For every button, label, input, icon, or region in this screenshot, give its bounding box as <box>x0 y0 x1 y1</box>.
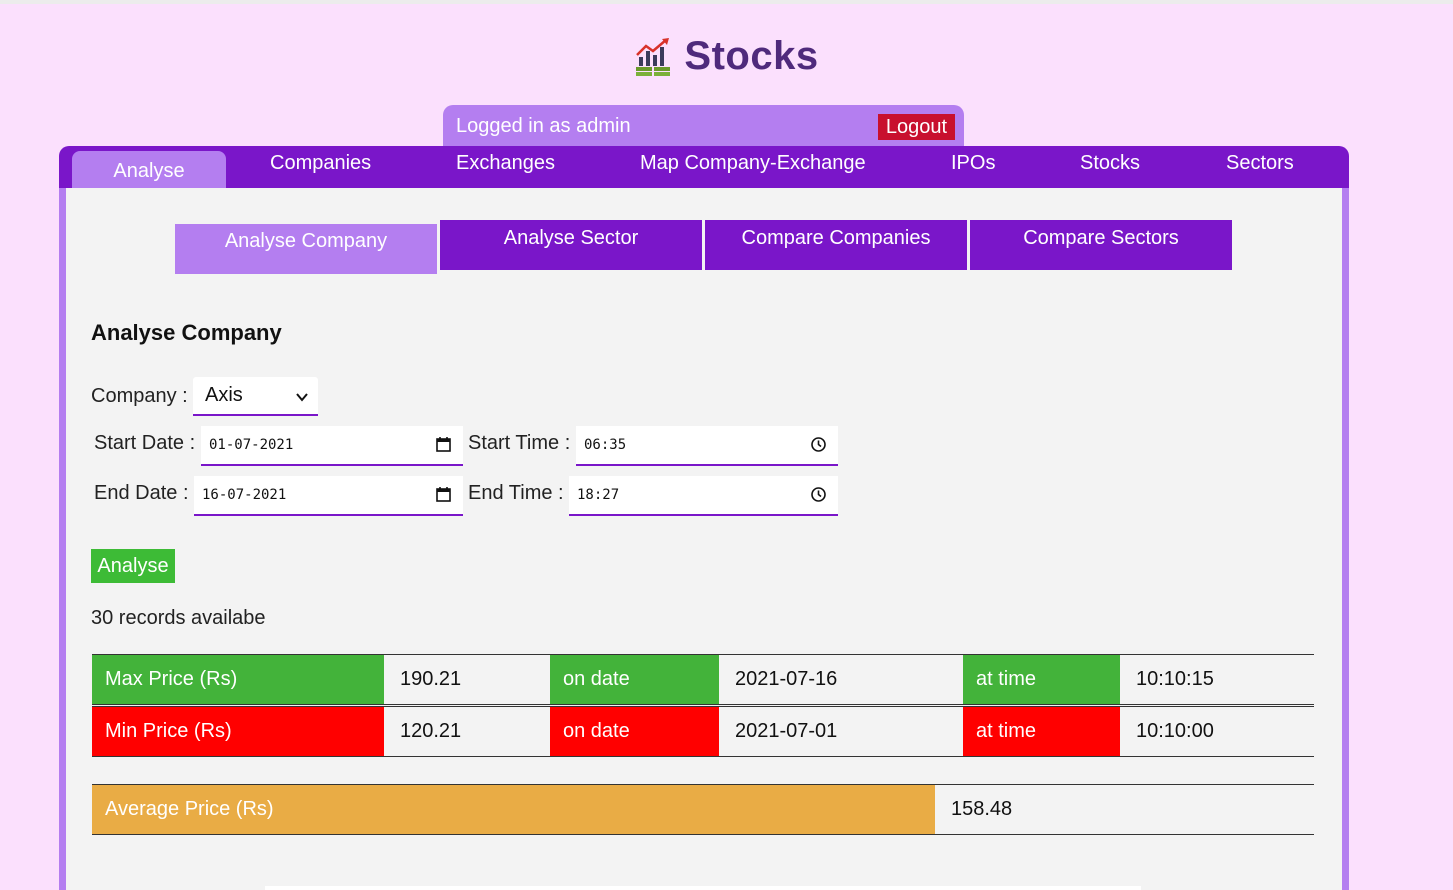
tab-analyse[interactable]: Analyse <box>72 151 226 188</box>
logout-button[interactable]: Logout <box>877 114 955 140</box>
end-date-label: End Date : <box>94 482 189 504</box>
start-date-value: 01-07-2021 <box>209 437 294 453</box>
min-price-row: Min Price (Rs) 120.21 on date 2021-07-01… <box>92 706 1314 757</box>
app-header: Stocks <box>0 34 1453 82</box>
bottom-panel-edge <box>265 886 1141 890</box>
min-on-date-label: on date <box>550 707 719 756</box>
subtab-compare-companies[interactable]: Compare Companies <box>705 220 967 270</box>
max-on-date-label: on date <box>550 655 719 704</box>
max-price-value: 190.21 <box>387 655 547 704</box>
end-time-value: 18:27 <box>577 487 620 503</box>
subtab-analyse-sector[interactable]: Analyse Sector <box>440 220 702 270</box>
subtab-analyse-company[interactable]: Analyse Company <box>175 224 437 274</box>
calendar-icon[interactable] <box>435 486 452 503</box>
min-date-value: 2021-07-01 <box>722 707 960 756</box>
company-select-value: Axis <box>205 384 243 406</box>
average-price-label: Average Price (Rs) <box>92 785 935 834</box>
max-time-value: 10:10:15 <box>1123 655 1314 704</box>
max-date-value: 2021-07-16 <box>722 655 960 704</box>
start-time-value: 06:35 <box>584 437 627 453</box>
end-time-input[interactable]: 18:27 <box>569 476 838 516</box>
average-price-value: 158.48 <box>938 785 1314 834</box>
max-at-time-label: at time <box>963 655 1120 704</box>
login-bar: Logged in as admin Logout <box>443 105 964 150</box>
end-time-label: End Time : <box>468 482 564 504</box>
main-content: Analyse Company Analyse Sector Compare C… <box>59 188 1349 890</box>
chevron-down-icon <box>296 393 308 402</box>
tab-map-company-exchange[interactable]: Map Company-Exchange <box>640 152 866 175</box>
company-select[interactable]: Axis <box>193 377 318 416</box>
end-date-value: 16-07-2021 <box>202 487 287 503</box>
tab-exchanges[interactable]: Exchanges <box>456 152 555 175</box>
app-title: Stocks <box>684 34 819 78</box>
clock-icon[interactable] <box>810 486 827 503</box>
start-time-label: Start Time : <box>468 432 571 454</box>
stocks-chart-icon <box>636 37 671 76</box>
calendar-icon[interactable] <box>435 436 452 453</box>
start-time-input[interactable]: 06:35 <box>576 426 838 466</box>
average-price-row: Average Price (Rs) 158.48 <box>92 784 1314 835</box>
main-nav: Analyse Companies Exchanges Map Company-… <box>59 146 1349 188</box>
logged-in-text: Logged in as admin <box>456 115 631 137</box>
tab-companies[interactable]: Companies <box>270 152 371 175</box>
clock-icon[interactable] <box>810 436 827 453</box>
end-date-input[interactable]: 16-07-2021 <box>194 476 463 516</box>
subtab-compare-sectors[interactable]: Compare Sectors <box>970 220 1232 270</box>
tab-stocks[interactable]: Stocks <box>1080 152 1140 175</box>
section-title: Analyse Company <box>91 320 282 345</box>
min-at-time-label: at time <box>963 707 1120 756</box>
min-price-value: 120.21 <box>387 707 547 756</box>
start-date-input[interactable]: 01-07-2021 <box>201 426 463 466</box>
tab-ipos[interactable]: IPOs <box>951 152 995 175</box>
min-time-value: 10:10:00 <box>1123 707 1314 756</box>
start-date-label: Start Date : <box>94 432 196 454</box>
tab-sectors[interactable]: Sectors <box>1226 152 1294 175</box>
min-price-label: Min Price (Rs) <box>92 707 384 756</box>
max-price-label: Max Price (Rs) <box>92 655 384 704</box>
company-label: Company : <box>91 385 188 407</box>
analyse-button[interactable]: Analyse <box>91 549 175 583</box>
max-price-row: Max Price (Rs) 190.21 on date 2021-07-16… <box>92 654 1314 705</box>
records-count: 30 records availabe <box>91 607 266 629</box>
